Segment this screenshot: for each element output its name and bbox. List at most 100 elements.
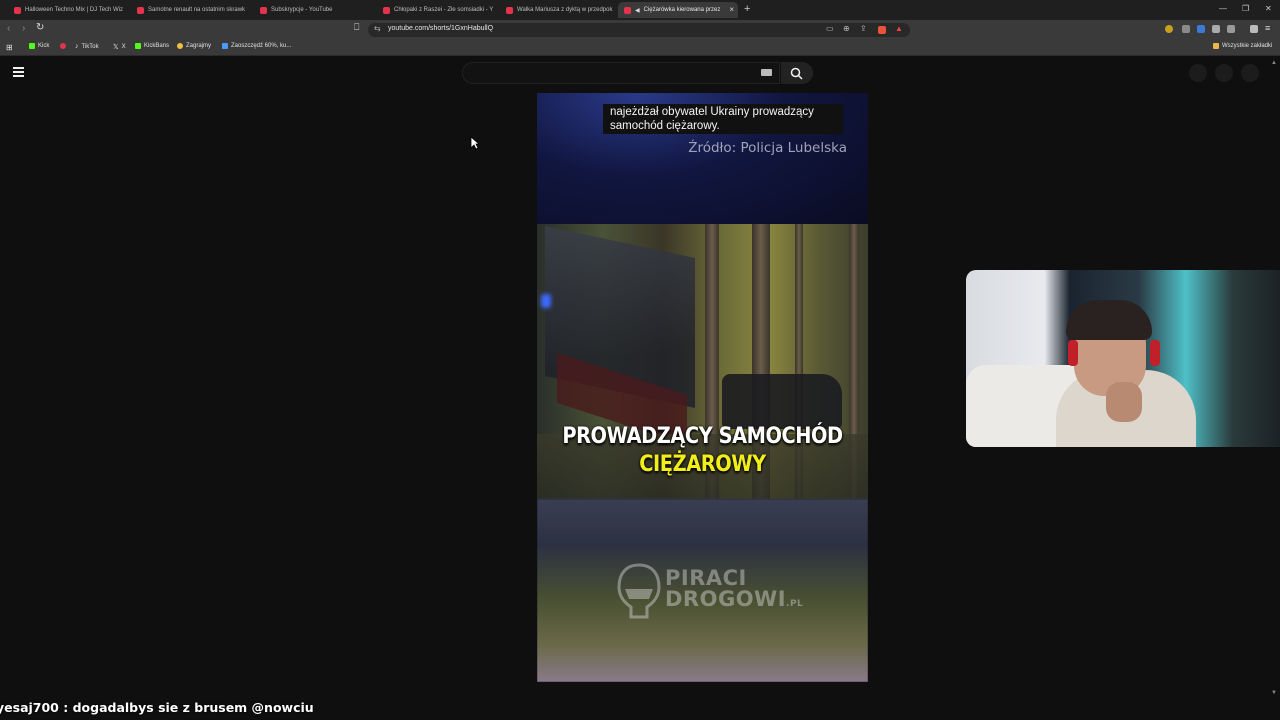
media-icon[interactable] — [1250, 25, 1258, 33]
hamburger-menu-icon[interactable] — [13, 67, 24, 79]
close-tab-icon[interactable]: × — [729, 5, 734, 14]
tiktok-icon: ♪ — [75, 43, 79, 50]
watermark-text: PIRACI DROGOWI.PL — [665, 565, 804, 615]
watermark: PIRACI DROGOWI.PL — [617, 563, 803, 619]
video-headline: PROWADZĄCY SAMOCHÓD CIĘŻAROWY — [557, 423, 848, 479]
crashed-car — [722, 374, 842, 429]
tab-title: Walka Mariusza z dyktą w przedpok — [517, 7, 613, 13]
bookmark-kick[interactable]: Kick — [29, 43, 49, 49]
headset-right — [1150, 340, 1160, 366]
cast-icon[interactable]: ▭ — [826, 24, 834, 33]
kick-icon — [29, 43, 35, 49]
apps-grid-icon[interactable]: ⊞ — [6, 43, 13, 52]
brave-shield-icon[interactable] — [878, 26, 886, 34]
search-button[interactable] — [781, 62, 813, 84]
extension-icon[interactable] — [1165, 25, 1173, 33]
scroll-down-arrow-icon[interactable]: ▼ — [1271, 690, 1277, 696]
streamer-hair — [1066, 300, 1152, 340]
close-window-icon[interactable]: ✕ — [1265, 4, 1272, 13]
bookmark-deal[interactable]: Zaoszczędź 60%, ku... — [222, 43, 291, 49]
video-source-credit: Źródło: Policja Lubelska — [688, 140, 847, 156]
youtube-favicon-icon — [260, 6, 267, 14]
tab-0[interactable]: Halloween Techno Mix | DJ Tech Wiz — [8, 2, 126, 18]
extension-icon[interactable] — [1182, 25, 1190, 33]
tab-strip: Halloween Techno Mix | DJ Tech Wiz Samot… — [0, 0, 1280, 20]
create-button[interactable] — [1189, 64, 1207, 82]
bookmark-youtube[interactable] — [60, 43, 66, 49]
tab-2[interactable]: Subskrypcje - YouTube — [254, 2, 372, 18]
mouse-cursor-icon — [470, 136, 480, 150]
youtube-favicon-icon — [383, 6, 390, 14]
headline-line-2: CIĘŻAROWY — [639, 452, 766, 477]
minimize-icon[interactable]: — — [1219, 4, 1227, 13]
url-text: youtube.com/shorts/1GxnHabullQ — [388, 25, 494, 32]
youtube-favicon-icon — [14, 6, 21, 14]
bookmark-zagrajmy[interactable]: Zagrajmy — [177, 43, 211, 49]
tab-title: Subskrypcje - YouTube — [271, 7, 333, 13]
bookmark-label: TikTok — [81, 43, 99, 50]
tab-3[interactable]: Chłopaki z Raszei - Złe somsiadki - Y — [377, 2, 495, 18]
watermark-line-1: PIRACI — [665, 565, 747, 590]
tab-1[interactable]: Samotne renault na ostatnim skrawk — [131, 2, 249, 18]
browser-menu-icon[interactable]: ≡ — [1265, 23, 1270, 33]
shorts-video-player[interactable]: najeżdżał obywatel Ukrainy prowadzący sa… — [537, 93, 868, 682]
notifications-button[interactable] — [1215, 64, 1233, 82]
all-bookmarks-label: Wszystkie zakładki — [1222, 43, 1273, 49]
bookmark-label: Kick — [38, 43, 50, 49]
police-light — [541, 294, 551, 308]
youtube-icon — [60, 43, 66, 49]
tab-4[interactable]: Walka Mariusza z dyktą w przedpok — [500, 2, 614, 18]
bookmark-label: KickBans — [144, 43, 170, 49]
back-icon[interactable]: ‹ — [7, 23, 10, 34]
bookmark-x[interactable]: 𝕏 X — [113, 43, 126, 51]
streamer-hand — [1106, 382, 1142, 422]
forward-icon[interactable]: › — [22, 23, 25, 34]
sidebar-icon[interactable] — [1227, 25, 1235, 33]
video-top-panel: najeżdżał obywatel Ukrainy prowadzący sa… — [537, 93, 868, 224]
tab-title: Chłopaki z Raszei - Złe somsiadki - Y — [394, 7, 494, 13]
address-bar[interactable]: ⇆ youtube.com/shorts/1GxnHabullQ ▭ ⊕ ⇪ ▲ — [368, 23, 910, 37]
watermark-suffix: .PL — [786, 598, 804, 609]
kickbans-icon — [135, 43, 141, 49]
folder-icon — [1213, 43, 1219, 49]
search-input[interactable] — [462, 62, 780, 84]
bookmark-kickbans[interactable]: KickBans — [135, 43, 169, 49]
new-tab-button[interactable]: + — [744, 3, 750, 15]
youtube-favicon-icon — [137, 6, 144, 14]
browser-toolbar: ‹ › ↻ ⎕ ⇆ youtube.com/shorts/1GxnHabullQ… — [0, 20, 1280, 40]
extensions-puzzle-icon[interactable] — [1212, 25, 1220, 33]
tag-icon — [222, 43, 228, 49]
all-bookmarks-folder[interactable]: Wszystkie zakładki — [1213, 43, 1272, 49]
search-icon — [790, 67, 803, 80]
avatar[interactable] — [1241, 64, 1259, 82]
watermark-line-2: DROGOWI — [665, 586, 787, 611]
keyboard-icon[interactable] — [761, 69, 772, 76]
bookmark-label: X — [121, 44, 126, 50]
tab-title: Ciężarówka kierowana przez — [643, 7, 721, 13]
user-icon — [177, 43, 183, 49]
rewards-icon[interactable]: ▲ — [895, 24, 903, 33]
site-info-icon[interactable]: ⇆ — [374, 24, 381, 33]
extension-icon[interactable] — [1197, 25, 1205, 33]
video-caption: najeżdżał obywatel Ukrainy prowadzący sa… — [603, 104, 843, 134]
bookmark-label: Zagrajmy — [186, 43, 212, 49]
headset-left — [1068, 340, 1078, 366]
share-icon[interactable]: ⇪ — [860, 24, 867, 33]
bookmark-label: Zaoszczędź 60%, ku... — [231, 43, 292, 49]
bookmarks-bar: ⊞ Kick ♪ TikTok 𝕏 X KickBans Zagrajmy Za… — [0, 40, 1280, 56]
reload-icon[interactable]: ↻ — [36, 22, 44, 33]
chat-message: yesaj700 : dogadalbys sie z brusem @nowc… — [0, 700, 314, 715]
bookmark-tiktok[interactable]: ♪ TikTok — [75, 43, 99, 50]
youtube-favicon-icon — [506, 6, 513, 14]
zoom-icon[interactable]: ⊕ — [843, 24, 850, 33]
tab-5-active[interactable]: ◀︎ Ciężarówka kierowana przez × — [618, 2, 738, 18]
pirate-helmet-logo-icon — [617, 563, 661, 619]
bookmark-icon[interactable]: ⎕ — [354, 22, 359, 33]
youtube-favicon-icon — [624, 6, 631, 14]
webcam-overlay — [966, 270, 1280, 447]
chat-username: yesaj700 — [0, 700, 59, 715]
x-logo-icon: 𝕏 — [113, 44, 119, 51]
headline-line-1: PROWADZĄCY SAMOCHÓD — [562, 424, 843, 449]
scroll-up-arrow-icon[interactable]: ▲ — [1271, 60, 1277, 66]
restore-icon[interactable]: ❐ — [1242, 4, 1249, 13]
